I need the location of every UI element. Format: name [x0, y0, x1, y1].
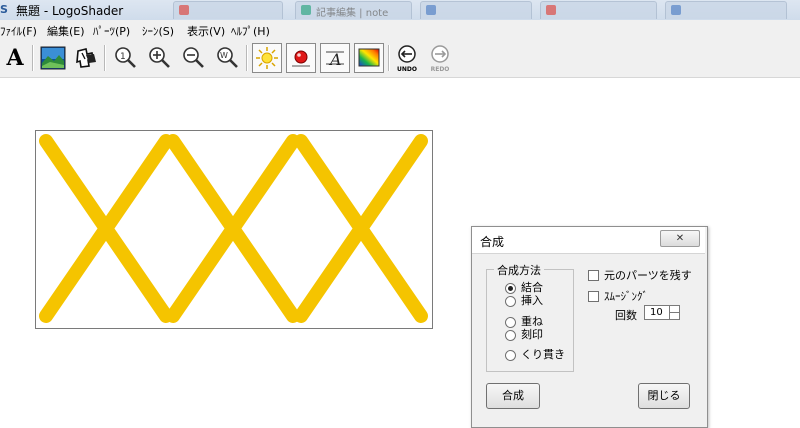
- close-button[interactable]: 閉じる: [638, 383, 690, 409]
- keep-parts-checkbox-row[interactable]: 元のパーツを残す: [588, 267, 692, 283]
- toolbar-separator: [104, 45, 106, 71]
- count-label: 回数: [615, 309, 637, 322]
- count-spinner[interactable]: 10: [644, 305, 680, 320]
- toolbar-separator: [32, 45, 34, 71]
- zoom-out-button[interactable]: [178, 43, 208, 73]
- menu-edit[interactable]: 編集(E): [47, 23, 85, 39]
- combine-button[interactable]: 合成: [486, 383, 540, 409]
- radio-button[interactable]: [505, 317, 516, 328]
- keep-parts-checkbox[interactable]: [588, 269, 599, 281]
- svg-text:W: W: [220, 51, 228, 60]
- zoom-in-icon: [149, 47, 170, 68]
- dialog-title: 合成: [480, 235, 505, 249]
- background-tab[interactable]: [540, 1, 657, 19]
- image-button[interactable]: [38, 43, 68, 73]
- light-button[interactable]: [252, 43, 282, 73]
- window-title: 無題 - LogoShader: [16, 4, 124, 18]
- spinner-arrows[interactable]: [669, 306, 679, 319]
- radio-button[interactable]: [505, 350, 516, 361]
- close-icon: ✕: [675, 233, 685, 244]
- count-value[interactable]: 10: [650, 306, 663, 319]
- logo-xxx-shape[interactable]: [36, 131, 432, 328]
- background-tab[interactable]: [665, 1, 787, 19]
- composite-method-group: 合成方法 結合 挿入 重ね 刻印 くり貫き: [486, 262, 574, 372]
- toolbar-separator: [388, 45, 390, 71]
- keep-parts-label: 元のパーツを残す: [604, 269, 692, 282]
- background-tab[interactable]: [420, 1, 532, 19]
- edit-shape-icon: A: [326, 50, 344, 69]
- dialog-close-button[interactable]: ✕: [660, 230, 700, 247]
- radio-button[interactable]: [505, 330, 516, 341]
- redo-button[interactable]: REDO: [425, 43, 455, 73]
- background-tab[interactable]: [173, 1, 283, 19]
- composite-dialog: 合成 ✕ 合成方法 結合 挿入 重ね 刻印 くり貫き 元のパーツを残す ｽﾑｰｼ…: [471, 226, 708, 428]
- smoothing-checkbox[interactable]: [588, 290, 599, 302]
- puzzle-parts-icon: [76, 48, 96, 68]
- color-button[interactable]: [354, 43, 384, 73]
- radio-method-cutout[interactable]: くり貫き: [505, 349, 565, 362]
- background-tab[interactable]: 記事編集 | note: [295, 1, 412, 19]
- undo-label: UNDO: [397, 66, 417, 73]
- text-tool-icon: A: [6, 45, 24, 71]
- red-ball-material-icon: [292, 50, 310, 67]
- light-source-icon: [256, 47, 278, 69]
- menu-help[interactable]: ﾍﾙﾌﾟ(H): [231, 23, 270, 39]
- zoom-1x-icon: 1: [115, 47, 136, 68]
- composite-method-label: 合成方法: [494, 262, 544, 278]
- title-bar: S 無題 - LogoShader 記事編集 | note: [0, 0, 800, 21]
- redo-label: REDO: [430, 66, 450, 73]
- rainbow-color-icon: [358, 48, 380, 67]
- toolbar-separator: [246, 45, 248, 71]
- zoom-in-button[interactable]: [144, 43, 174, 73]
- undo-icon: [398, 45, 416, 63]
- parts-button[interactable]: [72, 43, 102, 73]
- text-tool-button[interactable]: A: [0, 43, 30, 73]
- smoothing-label: ｽﾑｰｼﾞﾝｸﾞ: [604, 290, 648, 303]
- menu-parts[interactable]: ﾊﾟｰﾂ(P): [93, 23, 130, 39]
- landscape-image-icon: [40, 46, 66, 70]
- toolbar: A 1 W A UNDO REDO: [0, 39, 800, 78]
- menu-scene[interactable]: ｼｰﾝ(S): [142, 23, 174, 39]
- material-button[interactable]: [286, 43, 316, 73]
- smoothing-checkbox-row[interactable]: ｽﾑｰｼﾞﾝｸﾞ: [588, 288, 648, 304]
- undo-button[interactable]: UNDO: [392, 43, 422, 73]
- radio-method-insert[interactable]: 挿入: [505, 295, 543, 308]
- menu-file[interactable]: ﾌｧｲﾙ(F): [0, 23, 37, 39]
- radio-button[interactable]: [505, 296, 516, 307]
- menu-bar: ﾌｧｲﾙ(F) 編集(E) ﾊﾟｰﾂ(P) ｼｰﾝ(S) 表示(V) ﾍﾙﾌﾟ(…: [0, 20, 800, 39]
- radio-button[interactable]: [505, 283, 516, 294]
- redo-icon: [431, 45, 449, 63]
- svg-text:1: 1: [120, 52, 126, 62]
- app-icon: S: [0, 3, 8, 16]
- svg-text:A: A: [328, 50, 342, 69]
- zoom-out-icon: [183, 47, 204, 68]
- dialog-title-bar[interactable]: 合成 ✕: [472, 227, 705, 254]
- zoom-window-icon: W: [217, 47, 238, 68]
- radio-method-engrave[interactable]: 刻印: [505, 329, 543, 342]
- zoom-window-button[interactable]: W: [212, 43, 242, 73]
- shape-edit-button[interactable]: A: [320, 43, 350, 73]
- drawing-canvas[interactable]: [35, 130, 433, 329]
- zoom-1x-button[interactable]: 1: [110, 43, 140, 73]
- menu-view[interactable]: 表示(V): [187, 23, 225, 39]
